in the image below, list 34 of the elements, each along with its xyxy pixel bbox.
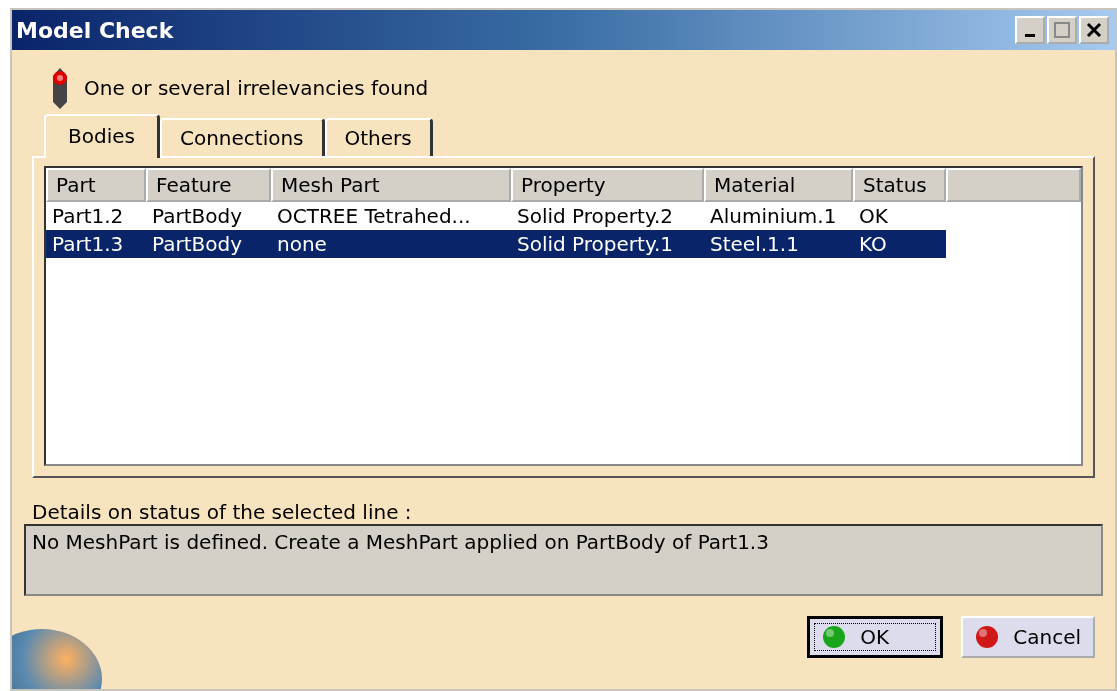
ball-icon	[975, 625, 1000, 649]
close-icon	[1086, 22, 1102, 38]
maximize-icon	[1054, 22, 1070, 38]
table-cell[interactable]: PartBody	[146, 230, 271, 258]
tab[interactable]: Bodies	[44, 114, 160, 158]
details-text: No MeshPart is defined. Create a MeshPart applied on PartBody of Part1.3	[24, 524, 1103, 596]
table-cell[interactable]: Part1.2	[46, 202, 146, 230]
cancel-button[interactable]: Cancel	[961, 616, 1095, 658]
table-cell[interactable]: none	[271, 230, 511, 258]
column-header[interactable]: Feature	[146, 168, 271, 202]
table-cell[interactable]: OK	[853, 202, 946, 230]
table-cell[interactable]: PartBody	[146, 202, 271, 230]
table-cell[interactable]: Solid Property.2	[511, 202, 704, 230]
tab[interactable]: Connections	[159, 118, 325, 156]
table-cell[interactable]: OCTREE Tetrahed...	[271, 202, 511, 230]
column-header[interactable]: Material	[704, 168, 853, 202]
table-cell[interactable]: Solid Property.1	[511, 230, 704, 258]
column-header[interactable]: Status	[853, 168, 946, 202]
table-cell[interactable]: Aluminium.1	[704, 202, 853, 230]
column-header[interactable]: Mesh Part	[271, 168, 511, 202]
ok-button[interactable]: OK	[807, 616, 944, 658]
status-message: One or several irrelevancies found	[84, 76, 429, 100]
table-cell[interactable]: KO	[853, 230, 946, 258]
close-button[interactable]	[1079, 16, 1109, 44]
table-cell[interactable]: Part1.3	[46, 230, 146, 258]
minimize-icon	[1025, 33, 1035, 37]
ball-icon	[822, 625, 847, 649]
details-label: Details on status of the selected line :	[32, 500, 413, 524]
table-cell[interactable]: Steel.1.1	[704, 230, 853, 258]
minimize-button[interactable]	[1015, 16, 1045, 44]
tab[interactable]: Others	[324, 118, 433, 156]
window-title: Model Check	[16, 17, 174, 43]
column-header[interactable]: Part	[46, 168, 146, 202]
column-header[interactable]: Property	[511, 168, 704, 202]
